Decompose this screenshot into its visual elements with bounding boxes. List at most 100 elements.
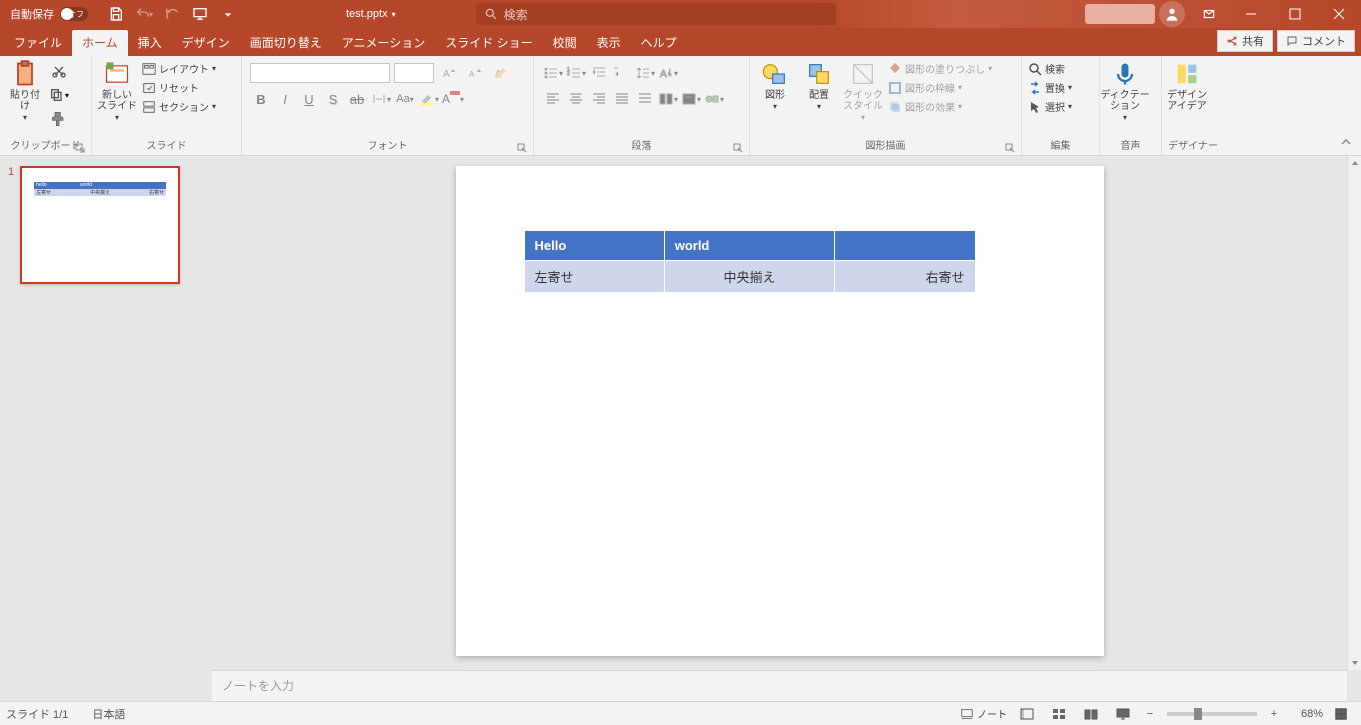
format-painter-icon[interactable] xyxy=(48,108,70,130)
normal-view-icon[interactable] xyxy=(1013,703,1041,725)
find-button[interactable]: 検索 xyxy=(1026,60,1074,77)
new-slide-button[interactable]: 新しい スライド▾ xyxy=(96,58,138,123)
underline-icon[interactable]: U xyxy=(298,88,320,110)
increase-indent-icon[interactable] xyxy=(611,62,633,84)
tab-animations[interactable]: アニメーション xyxy=(332,30,436,56)
align-left-icon[interactable] xyxy=(542,88,564,110)
replace-button[interactable]: 置換▾ xyxy=(1026,79,1074,96)
align-text-icon[interactable]: ▾ xyxy=(680,88,702,110)
autosave-toggle[interactable]: 自動保存 オフ xyxy=(0,6,98,22)
table-body-cell[interactable]: 右寄せ xyxy=(835,261,975,293)
fit-to-window-icon[interactable] xyxy=(1327,703,1355,725)
table-header-cell[interactable]: world xyxy=(664,231,835,261)
font-size-combo[interactable] xyxy=(394,63,434,83)
present-from-start-icon[interactable] xyxy=(188,3,212,25)
distribute-icon[interactable] xyxy=(634,88,656,110)
tab-design[interactable]: デザイン xyxy=(172,30,240,56)
reading-view-icon[interactable] xyxy=(1077,703,1105,725)
quick-styles-button[interactable]: クイック スタイル▾ xyxy=(842,58,884,123)
font-name-combo[interactable] xyxy=(250,63,390,83)
strikethrough-icon[interactable]: ab xyxy=(346,88,368,110)
tab-review[interactable]: 校閲 xyxy=(543,30,587,56)
table-header-cell[interactable] xyxy=(835,231,975,261)
zoom-slider-thumb[interactable] xyxy=(1194,708,1202,720)
search-box[interactable]: 検索 xyxy=(476,3,836,25)
zoom-out-button[interactable]: − xyxy=(1141,708,1159,720)
copy-icon[interactable]: ▾ xyxy=(48,84,70,106)
table-header-cell[interactable]: Hello xyxy=(524,231,664,261)
dialog-launcher-icon[interactable] xyxy=(75,143,85,153)
dialog-launcher-icon[interactable] xyxy=(733,143,743,153)
dictate-button[interactable]: ディクテー ション▾ xyxy=(1104,58,1146,123)
tab-home[interactable]: ホーム xyxy=(72,30,128,56)
shape-fill-button[interactable]: 図形の塗りつぶし▾ xyxy=(886,60,994,77)
align-right-icon[interactable] xyxy=(588,88,610,110)
share-button[interactable]: 共有 xyxy=(1217,30,1273,52)
smartart-convert-icon[interactable]: ▾ xyxy=(703,88,725,110)
highlight-icon[interactable]: ▾ xyxy=(418,88,440,110)
customize-qat-icon[interactable] xyxy=(216,3,240,25)
notes-toggle-button[interactable]: ノート xyxy=(958,705,1009,722)
increase-font-icon[interactable]: A xyxy=(438,62,460,84)
arrange-button[interactable]: 配置▾ xyxy=(798,58,840,112)
close-button[interactable] xyxy=(1317,0,1361,28)
section-button[interactable]: セクション▾ xyxy=(140,98,218,115)
reset-button[interactable]: リセット xyxy=(140,79,218,96)
slide-table[interactable]: Hello world 左寄せ 中央揃え 右寄せ xyxy=(524,230,976,293)
notes-pane[interactable]: ノートを入力 xyxy=(212,670,1347,701)
shapes-button[interactable]: 図形▾ xyxy=(754,58,796,112)
tab-slideshow[interactable]: スライド ショー xyxy=(435,30,542,56)
tab-transitions[interactable]: 画面切り替え xyxy=(240,30,332,56)
scroll-down-icon[interactable] xyxy=(1348,656,1361,670)
minimize-button[interactable] xyxy=(1229,0,1273,28)
align-center-icon[interactable] xyxy=(565,88,587,110)
slideshow-view-icon[interactable] xyxy=(1109,703,1137,725)
save-icon[interactable] xyxy=(104,3,128,25)
table-body-cell[interactable]: 左寄せ xyxy=(524,261,664,293)
slide-thumbnail[interactable]: hello world 左寄せ 中央揃え 右寄せ xyxy=(20,166,180,284)
change-case-icon[interactable]: Aa▾ xyxy=(394,88,416,110)
slide-canvas[interactable]: Hello world 左寄せ 中央揃え 右寄せ xyxy=(456,166,1104,656)
tab-help[interactable]: ヘルプ xyxy=(631,30,687,56)
bullets-icon[interactable]: ▾ xyxy=(542,62,564,84)
shape-effects-button[interactable]: 図形の効果▾ xyxy=(886,98,994,115)
decrease-indent-icon[interactable] xyxy=(588,62,610,84)
bold-icon[interactable]: B xyxy=(250,88,272,110)
tab-insert[interactable]: 挿入 xyxy=(128,30,172,56)
zoom-level[interactable]: 68% xyxy=(1287,708,1323,720)
zoom-in-button[interactable]: + xyxy=(1265,708,1283,720)
vertical-scrollbar[interactable] xyxy=(1347,156,1361,670)
dialog-launcher-icon[interactable] xyxy=(1005,143,1015,153)
text-direction-icon[interactable]: A▾ xyxy=(657,62,679,84)
tab-file[interactable]: ファイル xyxy=(4,30,72,56)
italic-icon[interactable]: I xyxy=(274,88,296,110)
undo-icon[interactable]: ▾ xyxy=(132,3,156,25)
document-title[interactable]: test.pptx ▾ xyxy=(346,8,396,20)
clear-formatting-icon[interactable]: A xyxy=(490,62,512,84)
ribbon-display-options-icon[interactable] xyxy=(1193,0,1225,28)
layout-button[interactable]: レイアウト▾ xyxy=(140,60,218,77)
slide-sorter-icon[interactable] xyxy=(1045,703,1073,725)
maximize-button[interactable] xyxy=(1273,0,1317,28)
scroll-up-icon[interactable] xyxy=(1348,156,1361,170)
columns-icon[interactable]: ▾ xyxy=(657,88,679,110)
cut-icon[interactable] xyxy=(48,60,70,82)
decrease-font-icon[interactable]: A xyxy=(464,62,486,84)
dialog-launcher-icon[interactable] xyxy=(517,143,527,153)
numbering-icon[interactable]: 12▾ xyxy=(565,62,587,84)
avatar-icon[interactable] xyxy=(1159,1,1185,27)
shadow-icon[interactable]: S xyxy=(322,88,344,110)
character-spacing-icon[interactable]: ▾ xyxy=(370,88,392,110)
redo-icon[interactable] xyxy=(160,3,184,25)
slide-editor[interactable]: Hello world 左寄せ 中央揃え 右寄せ xyxy=(212,156,1347,670)
line-spacing-icon[interactable]: ▾ xyxy=(634,62,656,84)
user-name-pill[interactable] xyxy=(1085,4,1155,24)
justify-icon[interactable] xyxy=(611,88,633,110)
paste-button[interactable]: 貼り付け▾ xyxy=(4,58,46,123)
select-button[interactable]: 選択▾ xyxy=(1026,98,1074,115)
font-color-icon[interactable]: A▾ xyxy=(442,88,464,110)
language-indicator[interactable]: 日本語 xyxy=(92,706,125,722)
tab-view[interactable]: 表示 xyxy=(587,30,631,56)
slide-counter[interactable]: スライド 1/1 xyxy=(6,706,68,722)
shape-outline-button[interactable]: 図形の枠線▾ xyxy=(886,79,994,96)
